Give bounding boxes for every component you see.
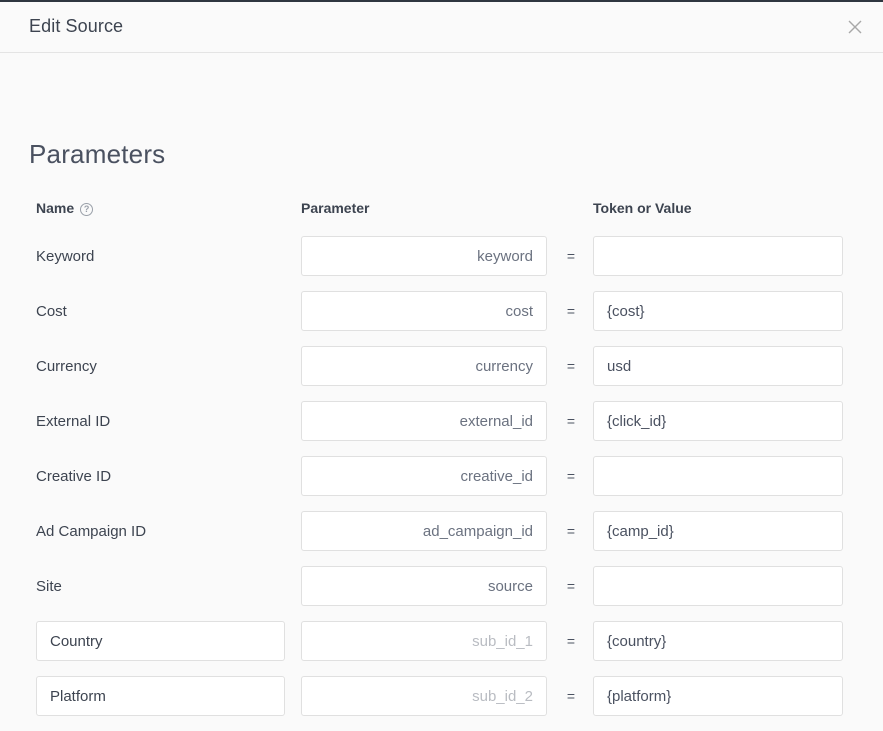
parameter-name-cell: Keyword: [36, 236, 285, 276]
parameter-name-label: Currency: [36, 358, 97, 375]
parameter-key-input[interactable]: [301, 291, 547, 331]
token-or-value-cell: [593, 346, 843, 386]
dialog-title: Edit Source: [29, 16, 123, 37]
token-or-value-input[interactable]: [593, 511, 843, 551]
parameter-key-cell: [301, 456, 547, 496]
parameter-key-cell: [301, 401, 547, 441]
parameter-row: Cost =: [0, 291, 883, 331]
parameter-key-input[interactable]: [301, 511, 547, 551]
parameter-row: =: [0, 621, 883, 661]
parameter-key-cell: [301, 511, 547, 551]
parameter-name-label: Keyword: [36, 248, 94, 265]
parameter-key-input[interactable]: [301, 566, 547, 606]
parameter-name-label: Cost: [36, 303, 67, 320]
page-title: Parameters: [29, 139, 165, 170]
parameter-name-cell: External ID: [36, 401, 285, 441]
token-or-value-cell: [593, 401, 843, 441]
token-or-value-cell: [593, 621, 843, 661]
equals-sign: =: [564, 236, 578, 276]
parameter-row: Currency =: [0, 346, 883, 386]
column-header-name: Name ?: [36, 200, 93, 216]
token-or-value-input[interactable]: [593, 621, 843, 661]
parameter-key-input[interactable]: [301, 401, 547, 441]
close-icon[interactable]: [841, 13, 869, 41]
token-or-value-input[interactable]: [593, 676, 843, 716]
parameter-key-input[interactable]: [301, 456, 547, 496]
token-or-value-input[interactable]: [593, 566, 843, 606]
parameter-name-cell: Currency: [36, 346, 285, 386]
parameter-key-input[interactable]: [301, 676, 547, 716]
equals-sign: =: [564, 401, 578, 441]
parameter-name-cell: [36, 676, 285, 716]
equals-sign: =: [564, 291, 578, 331]
equals-sign: =: [564, 456, 578, 496]
token-or-value-cell: [593, 236, 843, 276]
equals-sign: =: [564, 676, 578, 716]
parameter-row: Creative ID =: [0, 456, 883, 496]
token-or-value-input[interactable]: [593, 236, 843, 276]
parameter-name-cell: Creative ID: [36, 456, 285, 496]
equals-sign: =: [564, 566, 578, 606]
edit-source-dialog: Edit Source Parameters Name ? Parameter …: [0, 0, 883, 731]
column-header-parameter: Parameter: [301, 200, 370, 216]
column-header-name-label: Name: [36, 200, 74, 216]
parameter-key-cell: [301, 621, 547, 661]
parameter-key-input[interactable]: [301, 346, 547, 386]
token-or-value-input[interactable]: [593, 401, 843, 441]
parameter-name-input[interactable]: [36, 676, 285, 716]
parameter-key-cell: [301, 566, 547, 606]
token-or-value-input[interactable]: [593, 291, 843, 331]
parameter-name-cell: Ad Campaign ID: [36, 511, 285, 551]
parameter-rows: Keyword=Cost=Currency=External ID=Creati…: [0, 236, 883, 731]
token-or-value-cell: [593, 566, 843, 606]
parameter-key-cell: [301, 291, 547, 331]
parameter-name-label: External ID: [36, 413, 110, 430]
token-or-value-input[interactable]: [593, 346, 843, 386]
equals-sign: =: [564, 346, 578, 386]
parameter-name-label: Site: [36, 578, 62, 595]
dialog-header: Edit Source: [0, 2, 883, 53]
parameter-row: External ID =: [0, 401, 883, 441]
token-or-value-cell: [593, 676, 843, 716]
parameter-key-cell: [301, 676, 547, 716]
parameter-row: Keyword =: [0, 236, 883, 276]
parameter-name-cell: Cost: [36, 291, 285, 331]
equals-sign: =: [564, 621, 578, 661]
token-or-value-input[interactable]: [593, 456, 843, 496]
parameter-key-cell: [301, 346, 547, 386]
token-or-value-cell: [593, 456, 843, 496]
parameter-name-cell: [36, 621, 285, 661]
column-header-token-or-value: Token or Value: [593, 200, 692, 216]
parameter-row: =: [0, 676, 883, 716]
help-circle-icon[interactable]: ?: [80, 203, 93, 216]
equals-sign: =: [564, 511, 578, 551]
parameter-name-cell: Site: [36, 566, 285, 606]
parameter-key-input[interactable]: [301, 621, 547, 661]
parameter-row: Site =: [0, 566, 883, 606]
parameter-key-cell: [301, 236, 547, 276]
parameter-key-input[interactable]: [301, 236, 547, 276]
token-or-value-cell: [593, 291, 843, 331]
parameter-name-input[interactable]: [36, 621, 285, 661]
token-or-value-cell: [593, 511, 843, 551]
parameter-name-label: Ad Campaign ID: [36, 523, 146, 540]
parameter-row: Ad Campaign ID =: [0, 511, 883, 551]
parameter-name-label: Creative ID: [36, 468, 111, 485]
